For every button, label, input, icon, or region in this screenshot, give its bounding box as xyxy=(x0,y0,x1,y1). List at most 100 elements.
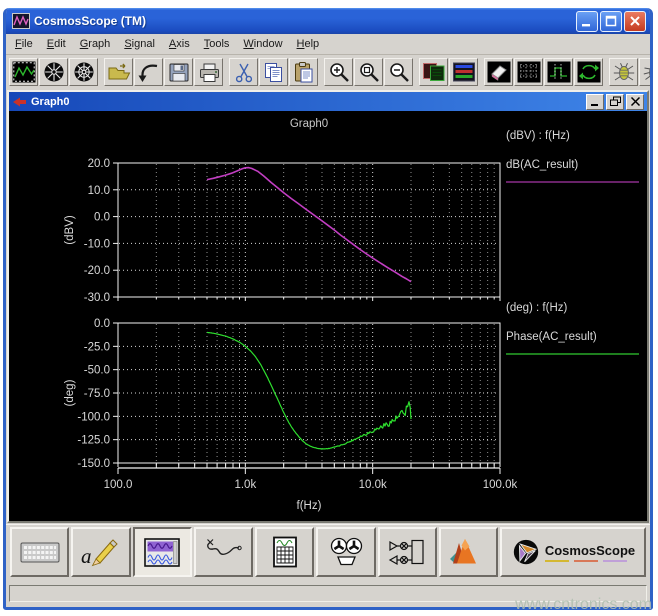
app-titlebar[interactable]: CosmosScope (TM) xyxy=(6,8,650,34)
y-tick-label: 0.0 xyxy=(94,212,110,224)
cut-icon xyxy=(232,61,256,83)
redraw-icon xyxy=(577,61,601,83)
graph-client[interactable]: Graph020.010.00.0-10.0-20.0-30.0(dBV)(dB… xyxy=(9,111,647,521)
bug-on-button[interactable] xyxy=(609,58,638,86)
maximize-button[interactable] xyxy=(600,11,622,32)
panels-button[interactable] xyxy=(419,58,448,86)
paste-icon xyxy=(292,61,316,83)
matlab-tool-button[interactable] xyxy=(439,527,498,577)
x-tick-label: 100.0k xyxy=(483,479,518,491)
signal-manager-button[interactable] xyxy=(449,58,478,86)
copy-icon xyxy=(262,61,286,83)
graph-close-button[interactable] xyxy=(626,94,644,110)
zoom-in-button[interactable] xyxy=(324,58,353,86)
zoom-out-button[interactable] xyxy=(384,58,413,86)
legend-series-label: dB(AC_result) xyxy=(506,159,578,171)
y-axis-label: (deg) xyxy=(64,379,76,406)
probe-tool-button[interactable] xyxy=(194,527,253,577)
menu-signal[interactable]: Signal xyxy=(117,36,162,52)
paste-button[interactable] xyxy=(289,58,318,86)
menu-axis[interactable]: Axis xyxy=(162,36,197,52)
menu-help[interactable]: Help xyxy=(290,36,327,52)
panels-icon xyxy=(422,61,446,83)
open-folder-icon xyxy=(107,61,131,83)
graph-window-icon xyxy=(12,95,27,109)
save-button[interactable] xyxy=(164,58,193,86)
workspace: Graph0 Graph020.010.00.0-10.0-20.0-30.0(… xyxy=(6,89,650,524)
tape-recorder-tool-button[interactable] xyxy=(316,527,375,577)
menubar: FileEditGraphSignalAxisToolsWindowHelp xyxy=(6,34,650,55)
menu-graph[interactable]: Graph xyxy=(73,36,118,52)
bug-on-icon xyxy=(612,61,636,83)
graph-minimize-button[interactable] xyxy=(586,94,604,110)
graph-window-titlebar[interactable]: Graph0 xyxy=(9,92,647,111)
copy-button[interactable] xyxy=(259,58,288,86)
app-icon xyxy=(12,13,30,29)
menu-file[interactable]: File xyxy=(8,36,40,52)
cosmosscope-logo-bars xyxy=(545,560,627,562)
legend-header: (dBV) : f(Hz) xyxy=(506,130,570,142)
menu-edit[interactable]: Edit xyxy=(40,36,73,52)
keyboard-tool-button[interactable] xyxy=(10,527,69,577)
measure-tool-button[interactable] xyxy=(544,58,573,86)
statusbar xyxy=(6,579,650,607)
legend-magnitude[interactable]: (dBV) : f(Hz) dB(AC_result) xyxy=(506,130,639,182)
wheel-button[interactable] xyxy=(39,58,68,86)
y-tick-label: -20.0 xyxy=(84,265,110,277)
y-tick-label: -30.0 xyxy=(84,292,110,304)
y-tick-label: 10.0 xyxy=(88,185,110,197)
waveform-tool-button[interactable] xyxy=(9,58,38,86)
wheel-alt-icon xyxy=(72,61,96,83)
zoom-area-button[interactable] xyxy=(354,58,383,86)
x-tick-label: 100.0 xyxy=(104,479,133,491)
y-tick-label: -50.0 xyxy=(84,365,110,377)
save-icon xyxy=(167,61,191,83)
measure-tool-icon xyxy=(547,61,571,83)
svg-text:a: a xyxy=(81,544,92,568)
signal-flow-tool-button[interactable] xyxy=(378,527,437,577)
panel-phase: 0.0-25.0-50.0-75.0-100.0-125.0-150.0(deg… xyxy=(64,318,500,470)
annotate-tool-button[interactable]: a xyxy=(71,527,130,577)
graph-window-title: Graph0 xyxy=(31,96,584,108)
menu-tools[interactable]: Tools xyxy=(197,36,237,52)
window-controls xyxy=(576,11,646,32)
print-button[interactable] xyxy=(194,58,223,86)
wheel-alt-button[interactable] xyxy=(69,58,98,86)
app-title: CosmosScope (TM) xyxy=(34,14,576,28)
redraw-button[interactable] xyxy=(574,58,603,86)
y-axis-label: (dBV) xyxy=(64,215,76,245)
matlab-icon xyxy=(448,536,488,568)
cosmos-logo-icon xyxy=(511,537,541,567)
magnitude-curve xyxy=(207,168,411,282)
cut-button[interactable] xyxy=(229,58,258,86)
grid-button[interactable] xyxy=(514,58,543,86)
y-tick-label: -100.0 xyxy=(77,411,110,423)
probe-icon xyxy=(203,536,243,568)
zoom-in-icon xyxy=(327,61,351,83)
x-axis-title: f(Hz) xyxy=(297,500,322,512)
zoom-area-icon xyxy=(357,61,381,83)
waveform-window-tool-button[interactable] xyxy=(133,527,192,577)
graph-restore-button[interactable] xyxy=(606,94,624,110)
close-button[interactable] xyxy=(624,11,646,32)
signal-manager-icon xyxy=(452,61,476,83)
bug-off-button[interactable] xyxy=(639,58,650,86)
bode-chart[interactable]: Graph020.010.00.0-10.0-20.0-30.0(dBV)(dB… xyxy=(9,111,647,521)
menu-window[interactable]: Window xyxy=(236,36,289,52)
cosmosscope-logo-text: CosmosScope xyxy=(545,543,635,558)
status-field xyxy=(9,585,647,602)
open-folder-button[interactable] xyxy=(104,58,133,86)
calculator-tool-button[interactable] xyxy=(255,527,314,577)
waveform-tool-icon xyxy=(12,61,36,83)
undo-arrow-button[interactable] xyxy=(134,58,163,86)
eraser-icon xyxy=(487,61,511,83)
legend-phase[interactable]: (deg) : f(Hz)Phase(AC_result) xyxy=(506,302,639,354)
legend-series-label: Phase(AC_result) xyxy=(506,331,597,343)
x-tick-label: 1.0k xyxy=(234,479,256,491)
y-tick-label: 20.0 xyxy=(88,158,110,170)
cosmosscope-logo-button[interactable]: CosmosScope xyxy=(500,527,646,577)
eraser-button[interactable] xyxy=(484,58,513,86)
bottom-toolbar: a CosmosScope xyxy=(6,524,650,579)
zoom-out-icon xyxy=(387,61,411,83)
minimize-button[interactable] xyxy=(576,11,598,32)
